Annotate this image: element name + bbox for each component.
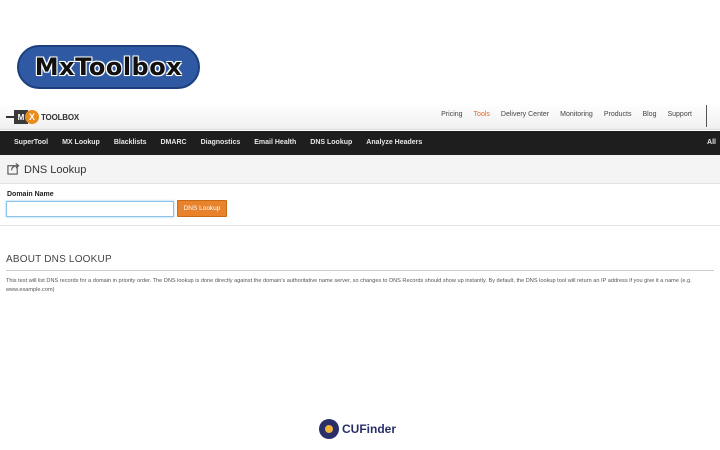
cufinder-logo-icon xyxy=(319,419,339,439)
top-bar: M X TOOLBOX Pricing Tools Delivery Cente… xyxy=(0,103,720,130)
nav-email-health[interactable]: Email Health xyxy=(254,139,296,146)
page-title-bar: DNS Lookup xyxy=(0,155,720,184)
share-icon[interactable] xyxy=(7,162,20,175)
badge-text: MxToolbox xyxy=(34,53,183,81)
cufinder-name: CUFinder xyxy=(342,422,396,436)
topnav-pricing[interactable]: Pricing xyxy=(441,111,462,118)
topnav-tools[interactable]: Tools xyxy=(474,111,490,118)
dns-lookup-button[interactable]: DNS Lookup xyxy=(177,200,227,217)
nav-supertool[interactable]: SuperTool xyxy=(14,139,48,146)
mxtoolbox-badge: MxToolbox xyxy=(17,45,200,89)
page-title: DNS Lookup xyxy=(24,164,87,176)
nav-blacklists[interactable]: Blacklists xyxy=(114,139,147,146)
divider xyxy=(706,105,707,127)
nav-dns-lookup[interactable]: DNS Lookup xyxy=(310,139,352,146)
logo-word: TOOLBOX xyxy=(41,112,80,122)
screen: MxToolbox M X TOOLBOX Pricing Tools Deli… xyxy=(0,0,720,450)
topnav-delivery-center[interactable]: Delivery Center xyxy=(501,111,549,118)
about-rule xyxy=(6,270,714,271)
logo-x: X xyxy=(25,110,39,124)
topnav-blog[interactable]: Blog xyxy=(642,111,656,118)
topnav-products[interactable]: Products xyxy=(604,111,632,118)
about-section: ABOUT DNS LOOKUP This test will list DNS… xyxy=(6,254,714,295)
nav-all[interactable]: All xyxy=(707,139,716,146)
domain-name-label: Domain Name xyxy=(7,191,54,198)
cufinder-watermark: CUFinder xyxy=(319,419,396,439)
about-text: This test will list DNS records for a do… xyxy=(6,278,692,293)
domain-name-input[interactable] xyxy=(6,201,174,217)
main-navbar: SuperTool MX Lookup Blacklists DMARC Dia… xyxy=(0,131,720,155)
mxtoolbox-logo[interactable]: M X TOOLBOX xyxy=(6,108,79,126)
lookup-form: Domain Name DNS Lookup xyxy=(0,184,720,226)
nav-dmarc[interactable]: DMARC xyxy=(161,139,187,146)
nav-analyze-headers[interactable]: Analyze Headers xyxy=(366,139,422,146)
nav-mx-lookup[interactable]: MX Lookup xyxy=(62,139,100,146)
logo-bar xyxy=(6,116,14,118)
nav-diagnostics[interactable]: Diagnostics xyxy=(201,139,241,146)
topnav-monitoring[interactable]: Monitoring xyxy=(560,111,593,118)
about-heading: ABOUT DNS LOOKUP xyxy=(6,254,112,265)
topnav-support[interactable]: Support xyxy=(667,111,692,118)
top-nav: Pricing Tools Delivery Center Monitoring… xyxy=(441,111,692,118)
